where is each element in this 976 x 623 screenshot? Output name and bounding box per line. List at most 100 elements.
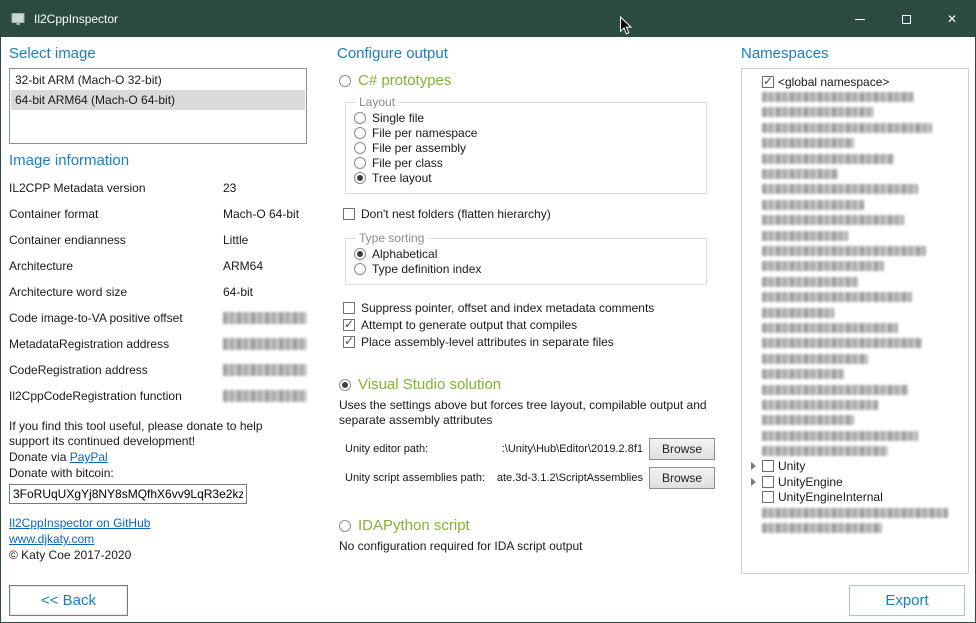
image-listbox[interactable]: 32-bit ARM (Mach-O 32-bit)64-bit ARM64 (…: [9, 68, 307, 144]
radio-icon: [354, 157, 366, 169]
export-button[interactable]: Export: [849, 585, 965, 616]
image-option[interactable]: 32-bit ARM (Mach-O 32-bit): [11, 70, 305, 90]
browse-button[interactable]: Browse: [649, 438, 715, 460]
minimize-button[interactable]: [837, 1, 883, 37]
namespace-item[interactable]: [746, 105, 964, 120]
namespace-item[interactable]: [746, 166, 964, 181]
namespace-item[interactable]: [746, 305, 964, 320]
browse-button[interactable]: Browse: [649, 467, 715, 489]
namespace-item[interactable]: [746, 151, 964, 166]
info-row: Code image-to-VA positive offset: [9, 305, 307, 331]
namespace-item[interactable]: <global namespace>: [746, 74, 964, 89]
layout-option[interactable]: Tree layout: [354, 170, 698, 185]
namespace-item[interactable]: [746, 443, 964, 458]
namespace-item[interactable]: UnityEngineInternal: [746, 490, 964, 505]
option-label: Type definition index: [372, 262, 481, 276]
path-field: Unity editor path::\Unity\Hub\Editor\201…: [345, 438, 715, 460]
option-label: File per class: [372, 156, 443, 170]
paypal-link[interactable]: PayPal: [70, 450, 108, 464]
visual-studio-solution-radio[interactable]: Visual Studio solution: [339, 376, 715, 393]
redacted-namespace: [762, 323, 898, 333]
layout-option[interactable]: File per assembly: [354, 140, 698, 155]
namespace-item[interactable]: [746, 351, 964, 366]
titlebar[interactable]: Il2CppInspector ✕: [1, 1, 975, 37]
website-link-line: www.djkaty.com: [9, 532, 307, 547]
layout-option[interactable]: File per namespace: [354, 125, 698, 140]
idapython-script-radio[interactable]: IDAPython script: [339, 517, 715, 534]
layout-option[interactable]: Single file: [354, 110, 698, 125]
option-label: File per namespace: [372, 126, 477, 140]
info-row: Container endiannessLittle: [9, 227, 307, 253]
namespace-item[interactable]: [746, 197, 964, 212]
website-link[interactable]: www.djkaty.com: [9, 532, 94, 546]
field-value: ate.3d-3.1.2\ScriptAssemblies: [491, 472, 643, 484]
namespace-item[interactable]: [746, 320, 964, 335]
namespace-item[interactable]: [746, 520, 964, 535]
namespace-item[interactable]: [746, 243, 964, 258]
image-option[interactable]: 64-bit ARM64 (Mach-O 64-bit): [11, 90, 305, 110]
minimize-icon: [855, 19, 865, 20]
redacted-namespace: [762, 385, 908, 395]
redacted-namespace: [762, 508, 948, 518]
redacted-namespace: [762, 338, 922, 348]
namespace-item[interactable]: [746, 336, 964, 351]
checkbox-icon: [343, 319, 355, 331]
close-button[interactable]: ✕: [929, 1, 975, 37]
namespace-item[interactable]: [746, 228, 964, 243]
namespace-item[interactable]: [746, 382, 964, 397]
namespace-item[interactable]: [746, 289, 964, 304]
redacted-namespace: [762, 92, 914, 102]
namespace-item[interactable]: Unity: [746, 459, 964, 474]
info-row: Container formatMach-O 64-bit: [9, 201, 307, 227]
info-row: Il2CppCodeRegistration function: [9, 383, 307, 409]
maximize-button[interactable]: [883, 1, 929, 37]
flatten-option[interactable]: Don't nest folders (flatten hierarchy): [343, 206, 715, 221]
csharp-prototypes-radio[interactable]: C# prototypes: [339, 72, 715, 89]
redacted-namespace: [762, 277, 858, 287]
info-label: Architecture word size: [9, 285, 223, 299]
window-controls: ✕: [837, 1, 975, 37]
redacted-namespace: [762, 200, 864, 210]
namespace-item[interactable]: UnityEngine: [746, 474, 964, 489]
redacted-value: [223, 312, 307, 324]
expander-icon[interactable]: [748, 462, 758, 470]
radio-icon: [339, 520, 351, 532]
output-option[interactable]: Suppress pointer, offset and index metad…: [343, 299, 715, 316]
namespace-item[interactable]: [746, 182, 964, 197]
radio-icon: [354, 127, 366, 139]
sorting-option[interactable]: Alphabetical: [354, 246, 698, 261]
type-sorting-groupbox: Type sorting AlphabeticalType definition…: [345, 231, 707, 285]
flatten-checkbox-container: Don't nest folders (flatten hierarchy): [343, 206, 715, 221]
bitcoin-address-input[interactable]: [9, 484, 247, 504]
option-label: Tree layout: [372, 171, 432, 185]
namespace-item[interactable]: [746, 213, 964, 228]
checkbox-icon: [762, 76, 774, 88]
redacted-namespace: [762, 215, 904, 225]
namespace-label: UnityEngine: [778, 475, 843, 489]
redacted-namespace: [762, 354, 868, 364]
namespace-item[interactable]: [746, 89, 964, 104]
sorting-option[interactable]: Type definition index: [354, 261, 698, 276]
radio-icon: [354, 112, 366, 124]
field-value: :\Unity\Hub\Editor\2019.2.8f1: [434, 443, 643, 455]
namespaces-tree[interactable]: <global namespace> UnityUnityEngineUnityE…: [741, 68, 969, 574]
namespace-item[interactable]: [746, 505, 964, 520]
namespace-item[interactable]: [746, 136, 964, 151]
back-button[interactable]: << Back: [9, 585, 128, 616]
namespace-item[interactable]: [746, 428, 964, 443]
namespace-item[interactable]: [746, 259, 964, 274]
namespace-item[interactable]: [746, 366, 964, 381]
namespace-item[interactable]: [746, 413, 964, 428]
output-option[interactable]: Place assembly-level attributes in separ…: [343, 333, 715, 350]
namespace-item[interactable]: [746, 397, 964, 412]
donate-paypal-line: Donate via PayPal: [9, 450, 307, 465]
namespace-item[interactable]: [746, 120, 964, 135]
expander-icon[interactable]: [748, 478, 758, 486]
info-label: CodeRegistration address: [9, 363, 223, 377]
type-sorting-group-label: Type sorting: [356, 231, 427, 245]
output-option[interactable]: Attempt to generate output that compiles: [343, 316, 715, 333]
donate-text: If you find this tool useful, please don…: [9, 419, 295, 449]
github-link[interactable]: Il2CppInspector on GitHub: [9, 516, 150, 530]
layout-option[interactable]: File per class: [354, 155, 698, 170]
namespace-item[interactable]: [746, 274, 964, 289]
